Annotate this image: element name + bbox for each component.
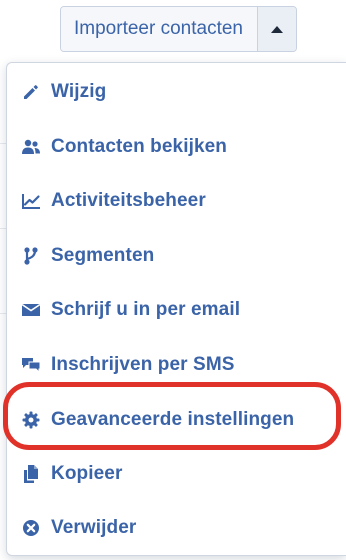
- copy-icon: [21, 464, 41, 484]
- menu-item-subscribe-email[interactable]: Schrijf u in per email: [7, 287, 346, 333]
- menu-item-copy[interactable]: Kopieer: [7, 451, 346, 497]
- menu-item-delete[interactable]: Verwijder: [7, 505, 346, 551]
- menu-item-advanced-settings[interactable]: Geavanceerde instellingen: [7, 397, 346, 443]
- menu-item-activity-management[interactable]: Activiteitsbeheer: [7, 178, 346, 224]
- menu-item-label: Geavanceerde instellingen: [51, 409, 295, 430]
- import-contacts-split-button: Importeer contacten: [60, 6, 297, 52]
- import-contacts-button[interactable]: Importeer contacten: [61, 7, 258, 51]
- line-chart-icon: [21, 191, 41, 211]
- menu-item-label: Verwijder: [51, 517, 137, 538]
- menu-item-label: Segmenten: [51, 245, 155, 266]
- remove-circle-icon: [21, 518, 41, 538]
- chat-icon: [21, 355, 41, 375]
- menu-item-label: Activiteitsbeheer: [51, 190, 206, 211]
- dropdown-toggle-button[interactable]: [257, 7, 296, 51]
- pencil-icon: [21, 82, 41, 102]
- menu-item-view-contacts[interactable]: Contacten bekijken: [7, 124, 346, 170]
- caret-up-icon: [270, 25, 283, 33]
- menu-item-segments[interactable]: Segmenten: [7, 233, 346, 279]
- branch-icon: [21, 246, 41, 266]
- menu-item-label: Kopieer: [51, 463, 123, 484]
- menu-item-subscribe-sms[interactable]: Inschrijven per SMS: [7, 342, 346, 388]
- menu-item-label: Contacten bekijken: [51, 136, 228, 157]
- envelope-icon: [21, 300, 41, 320]
- menu-item-label: Wijzig: [51, 81, 107, 102]
- menu-item-edit[interactable]: Wijzig: [7, 69, 346, 115]
- page: Importeer contacten Wijzig Contacten bek…: [0, 0, 346, 560]
- actions-dropdown-menu: Wijzig Contacten bekijken Activiteitsbeh…: [6, 62, 346, 556]
- menu-item-label: Inschrijven per SMS: [51, 354, 235, 375]
- menu-item-label: Schrijf u in per email: [51, 299, 241, 320]
- users-icon: [21, 137, 41, 157]
- gear-icon: [21, 410, 41, 430]
